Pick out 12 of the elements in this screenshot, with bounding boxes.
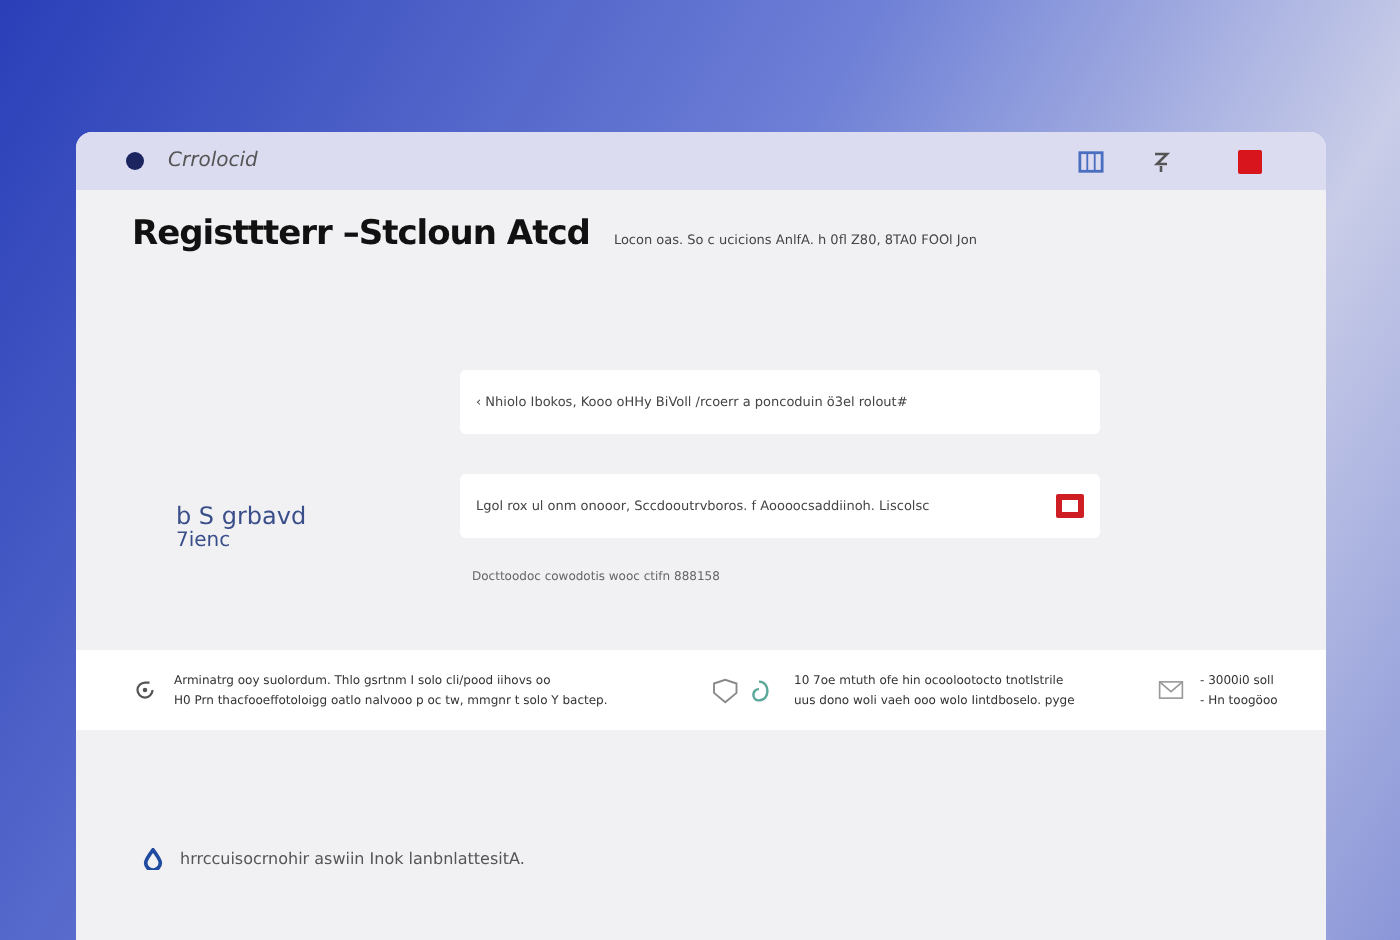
mail-icon xyxy=(1158,678,1184,702)
footer-text: hrrccuisocrnohir aswiin Inok lanbnlattesitA. xyxy=(180,850,525,868)
refresh-icon xyxy=(132,678,158,702)
clear-button[interactable] xyxy=(1056,494,1084,518)
grid-icon[interactable] xyxy=(1078,149,1104,173)
side-label: b S grbavd xyxy=(176,504,309,530)
window-title: Crrolocid xyxy=(168,150,258,172)
page-heading: Registtterr –Stcloun Atcd xyxy=(132,214,590,254)
app-logo-icon xyxy=(126,152,144,170)
close-button[interactable] xyxy=(1238,149,1262,173)
side-caption: 7ienc xyxy=(176,530,233,552)
drop-icon xyxy=(142,848,164,870)
